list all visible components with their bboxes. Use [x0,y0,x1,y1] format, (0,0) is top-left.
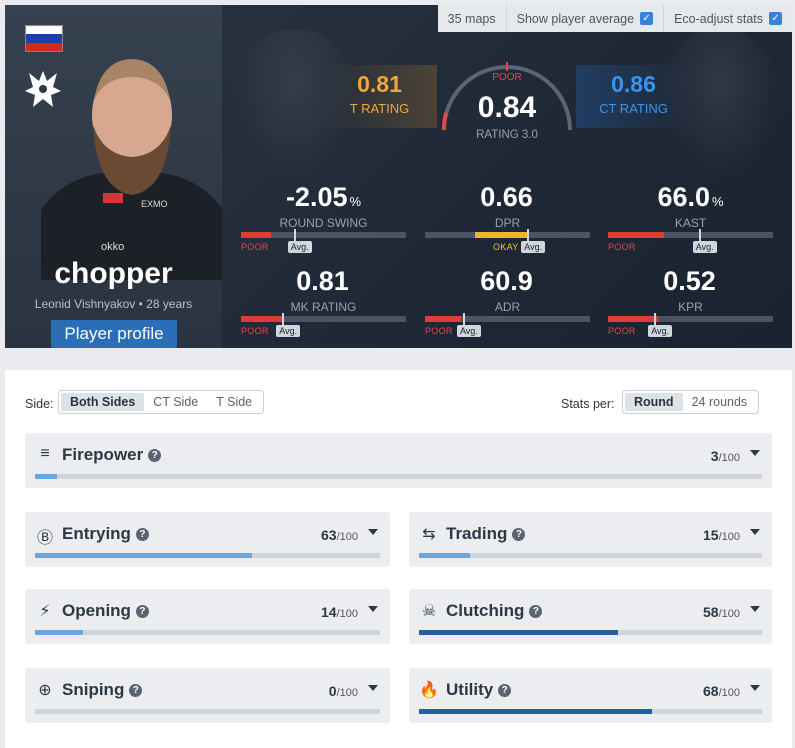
category-bar [35,474,762,479]
jersey-sponsor-okko: okko [101,241,124,253]
show-player-average-toggle[interactable]: Show player average ✓ [505,5,663,32]
player-stats-hero: EXMO okko chopper Leonid Vishnyakov • 28… [5,5,792,348]
jersey-sponsor-exmo: EXMO [141,199,168,209]
stats-panel: Side: Both Sides CT Side T Side Stats pe… [5,370,792,748]
rating-status: POOR [492,72,522,83]
category-sniping[interactable]: ⊕ Sniping? 0/100 [25,668,390,723]
category-bar [35,709,380,714]
category-trading[interactable]: ⇆ Trading? 15/100 [409,512,772,567]
ct-rating-value: 0.86 [611,71,656,97]
side-option-ct[interactable]: CT Side [144,393,207,411]
rating-gauge [441,62,572,131]
player-real-name-age: Leonid Vishnyakov • 28 years [34,297,193,311]
t-rating: 0.81 T RATING [322,65,437,128]
player-name: chopper [54,257,173,290]
category-firepower[interactable]: ≡ Firepower? 3/100 [25,433,772,488]
stat-bar: POOR Avg. [241,229,406,253]
category-clutching[interactable]: ☠ Clutching? 58/100 [409,589,772,644]
chevron-down-icon[interactable] [750,685,760,691]
player-card: EXMO okko chopper Leonid Vishnyakov • 28… [5,5,222,348]
help-icon[interactable]: ? [529,605,543,618]
stat-adr: 60.9 ADR POOR Avg. [425,267,590,337]
utility-icon: 🔥 [419,682,439,699]
help-icon[interactable]: ? [148,449,162,462]
stat-kpr: 0.52 KPR POOR Avg. [608,267,773,337]
category-bar [419,709,762,714]
sniping-icon: ⊕ [38,682,52,699]
t-rating-label: T RATING [349,101,410,116]
category-utility[interactable]: 🔥 Utility? 68/100 [409,668,772,723]
stat-round-swing: -2.05% ROUND SWING POOR Avg. [241,183,406,253]
side-option-both[interactable]: Both Sides [61,393,145,411]
rating-label: RATING 3.0 [476,129,538,141]
category-bar [419,553,762,558]
stat-bar: POOR Avg. [608,229,773,253]
maps-count: 35 maps [447,11,496,26]
category-bar [419,630,762,635]
category-bar [35,553,380,558]
stat-bar: POOR Avg. [425,313,590,337]
chevron-down-icon[interactable] [368,685,378,691]
eco-adjust-toggle[interactable]: Eco-adjust stats ✓ [663,5,792,32]
ct-rating-label: CT RATING [599,101,668,116]
side-selector: Both Sides CT Side T Side [58,390,265,414]
stat-mk-rating: 0.81 MK RATING POOR Avg. [241,267,406,337]
stat-bar: POOR Avg. [608,313,773,337]
chevron-down-icon[interactable] [368,606,378,612]
stat-dpr: 0.66 DPR OKAY Avg. [425,183,590,253]
chevron-down-icon[interactable] [368,529,378,535]
checkbox-checked-icon[interactable]: ✓ [640,12,654,25]
stat-kast: 66.0% KAST POOR Avg. [608,183,773,253]
chevron-down-icon[interactable] [750,606,760,612]
checkbox-checked-icon[interactable]: ✓ [769,12,782,25]
entrying-icon: Ⓑ [36,530,53,547]
stats-per-round[interactable]: Round [625,393,683,411]
player-photo: EXMO okko [41,59,222,280]
player-profile-button[interactable]: Player profile [51,320,177,348]
category-entrying[interactable]: Ⓑ Entrying? 63/100 [25,512,390,567]
stat-bar: POOR Avg. [241,313,406,337]
side-label: Side: [25,397,54,411]
help-icon[interactable]: ? [498,684,512,697]
hero-controls: 35 maps Show player average ✓ Eco-adjust … [437,5,792,32]
stats-per-selector: Round 24 rounds [622,390,760,414]
category-opening[interactable]: ⚡ Opening? 14/100 [25,589,390,644]
ct-rating: 0.86 CT RATING [576,65,691,128]
stats-per-label: Stats per: [561,397,615,411]
rating-value: 0.84 [477,91,537,124]
help-icon[interactable]: ? [135,605,149,618]
t-rating-value: 0.81 [357,71,402,97]
chevron-down-icon[interactable] [750,529,760,535]
category-bar [35,630,380,635]
clutching-icon: ☠ [421,603,437,620]
help-icon[interactable]: ? [512,528,526,541]
stats-per-24-rounds[interactable]: 24 rounds [683,393,757,411]
stat-bar: OKAY Avg. [425,229,590,253]
help-icon[interactable]: ? [129,684,143,697]
trading-icon: ⇆ [422,526,436,543]
side-option-t[interactable]: T Side [207,393,261,411]
opening-icon: ⚡ [39,603,51,620]
chevron-down-icon[interactable] [750,450,760,456]
firepower-icon: ≡ [40,445,50,462]
help-icon[interactable]: ? [135,528,149,541]
